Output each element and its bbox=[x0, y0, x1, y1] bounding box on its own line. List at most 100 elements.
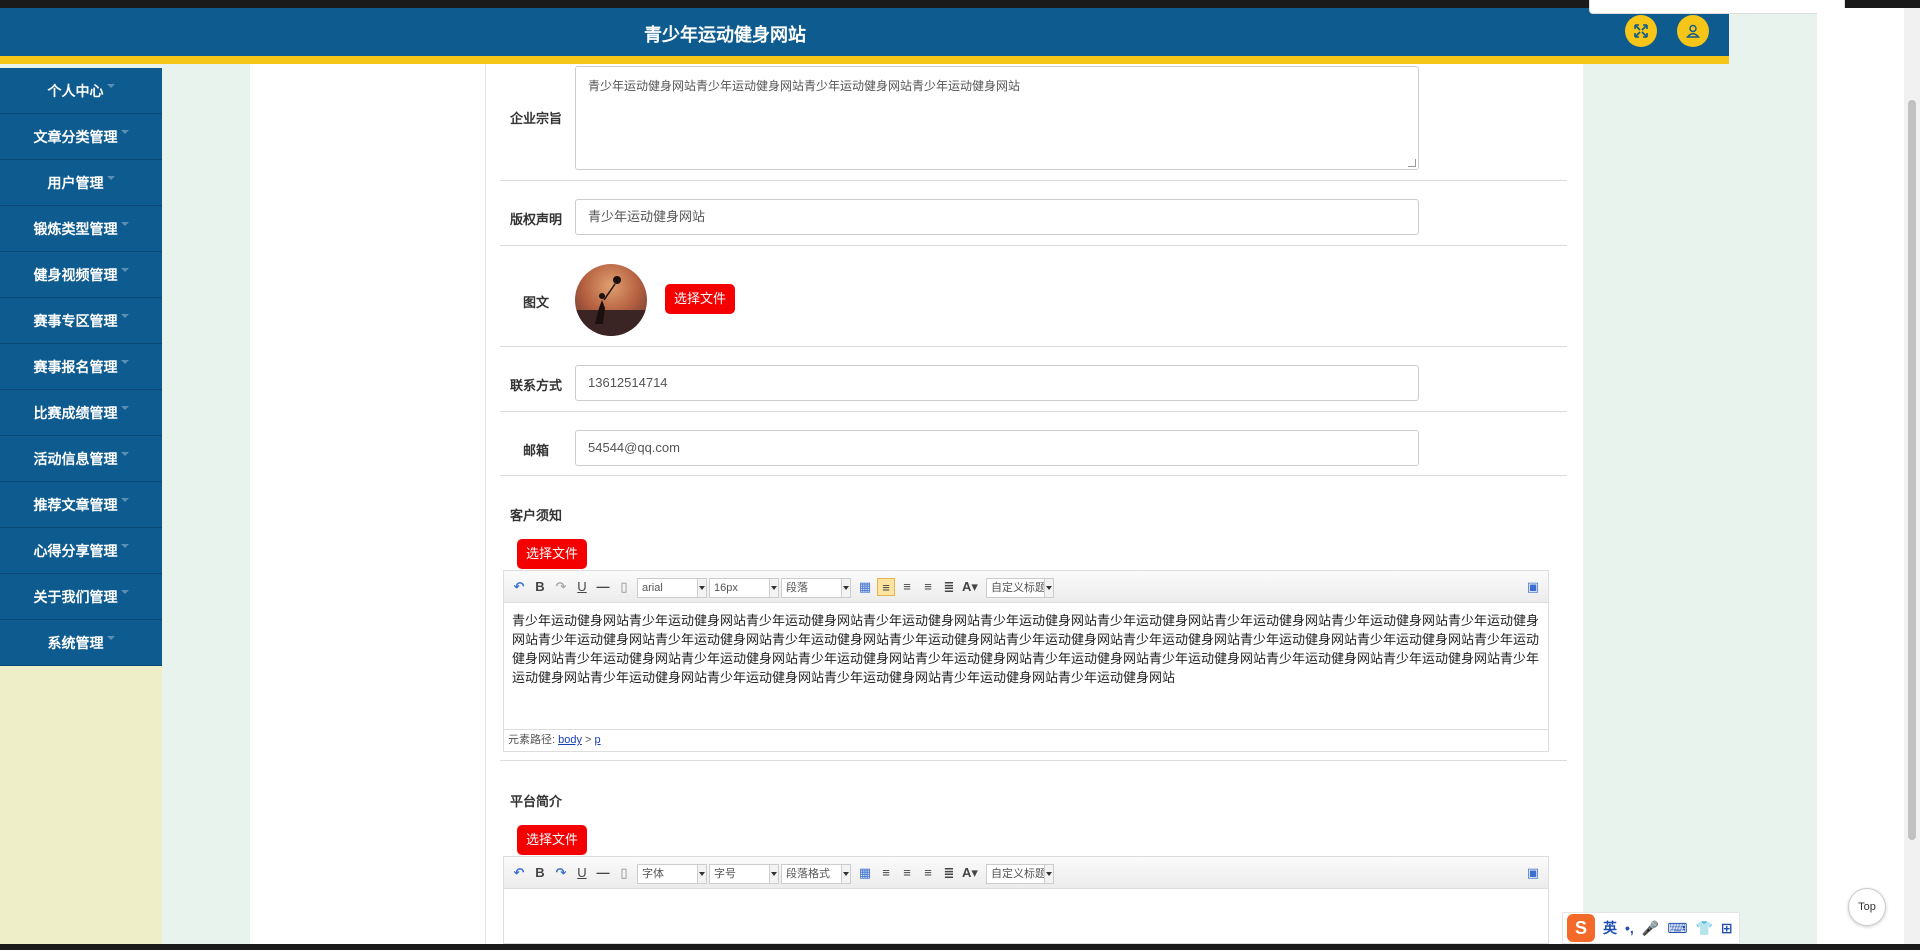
dropdown-arrow-icon bbox=[769, 865, 778, 883]
caret-down-icon bbox=[120, 405, 129, 410]
underline-icon[interactable]: U bbox=[573, 578, 591, 596]
caret-down-icon bbox=[120, 589, 129, 594]
user-button[interactable] bbox=[1677, 15, 1709, 47]
editor-element-path: 元素路径: body > p bbox=[504, 729, 1548, 751]
undo-icon[interactable]: ↶ bbox=[510, 578, 528, 596]
dropdown-arrow-icon bbox=[769, 579, 778, 597]
notice-label: 客户须知 bbox=[510, 508, 563, 523]
align-center-icon[interactable]: ≡ bbox=[898, 864, 916, 882]
align-justify-icon[interactable]: ≣ bbox=[940, 578, 958, 596]
horizontal-rule-icon[interactable]: — bbox=[594, 864, 612, 882]
mission-textarea[interactable]: 青少年运动健身网站青少年运动健身网站青少年运动健身网站青少年运动健身网站 bbox=[575, 66, 1419, 170]
sidebar-item-personal-center[interactable]: 个人中心 bbox=[0, 68, 162, 114]
fullscreen-button[interactable] bbox=[1625, 15, 1657, 47]
form-panel bbox=[485, 64, 1583, 944]
scrollbar-thumb[interactable] bbox=[1908, 100, 1916, 840]
page-icon[interactable]: ▯ bbox=[615, 864, 633, 882]
table-icon[interactable]: ▦ bbox=[856, 578, 874, 596]
skin-icon[interactable]: 👕 bbox=[1695, 920, 1712, 937]
caret-down-icon bbox=[120, 129, 129, 134]
intro-rich-editor[interactable]: ↶ B ↷ U — ▯ 字体 字号 段落格式 ▦ ≡ ≡ ≡ ≣ A▾ 自定义标… bbox=[503, 856, 1549, 944]
sidebar-item-match-results[interactable]: 比赛成绩管理 bbox=[0, 390, 162, 436]
expand-icon bbox=[1634, 24, 1648, 38]
email-input[interactable]: 54544@qq.com bbox=[575, 430, 1419, 466]
right-gutter bbox=[1817, 8, 1904, 944]
sidebar-item-activity-info[interactable]: 活动信息管理 bbox=[0, 436, 162, 482]
copyright-input[interactable]: 青少年运动健身网站 bbox=[575, 199, 1419, 235]
horizontal-rule-icon[interactable]: — bbox=[594, 578, 612, 596]
redo-icon[interactable]: ↷ bbox=[552, 578, 570, 596]
sidebar-item-experience-sharing[interactable]: 心得分享管理 bbox=[0, 528, 162, 574]
sidebar-item-recommended-articles[interactable]: 推荐文章管理 bbox=[0, 482, 162, 528]
punctuation-icon[interactable]: •, bbox=[1625, 920, 1634, 936]
image-choose-file-button[interactable]: 选择文件 bbox=[665, 284, 736, 314]
microphone-icon[interactable]: 🎤 bbox=[1642, 920, 1659, 937]
path-body-link[interactable]: body bbox=[558, 734, 582, 746]
editor-toolbar: ↶ B ↷ U — ▯ arial 16px 段落 ▦ ≡ ≡ ≡ ≣ A▾ 自… bbox=[504, 571, 1548, 603]
undo-icon[interactable]: ↶ bbox=[510, 864, 528, 882]
font-family-select[interactable]: arial bbox=[637, 578, 707, 598]
dropdown-arrow-icon bbox=[1044, 579, 1053, 597]
paragraph-format-select[interactable]: 段落 bbox=[781, 578, 851, 598]
font-color-icon[interactable]: A▾ bbox=[961, 578, 979, 596]
align-left-icon[interactable]: ≡ bbox=[877, 864, 895, 882]
align-right-icon[interactable]: ≡ bbox=[919, 578, 937, 596]
resize-grip-icon[interactable] bbox=[1408, 159, 1416, 167]
notice-editor-content[interactable]: 青少年运动健身网站青少年运动健身网站青少年运动健身网站青少年运动健身网站青少年运… bbox=[504, 603, 1548, 729]
row-divider bbox=[500, 346, 1567, 347]
bold-icon[interactable]: B bbox=[531, 864, 549, 882]
sidebar-item-fitness-video[interactable]: 健身视频管理 bbox=[0, 252, 162, 298]
dropdown-arrow-icon bbox=[1044, 865, 1053, 883]
custom-title-select[interactable]: 自定义标题 bbox=[986, 864, 1054, 884]
align-left-icon[interactable]: ≡ bbox=[877, 578, 895, 596]
keyboard-icon[interactable]: ⌨ bbox=[1667, 920, 1687, 937]
align-center-icon[interactable]: ≡ bbox=[898, 578, 916, 596]
notice-rich-editor[interactable]: ↶ B ↷ U — ▯ arial 16px 段落 ▦ ≡ ≡ ≡ ≣ A▾ 自… bbox=[503, 570, 1549, 752]
caret-down-icon bbox=[120, 359, 129, 364]
sidebar-item-system[interactable]: 系统管理 bbox=[0, 620, 162, 666]
intro-editor-content[interactable] bbox=[504, 889, 1548, 905]
row-divider bbox=[500, 475, 1567, 476]
copyright-label: 版权声明 bbox=[510, 212, 563, 227]
font-size-select[interactable]: 字号 bbox=[709, 864, 779, 884]
underline-icon[interactable]: U bbox=[573, 864, 591, 882]
sidebar-item-exercise-type[interactable]: 锻炼类型管理 bbox=[0, 206, 162, 252]
caret-down-icon bbox=[120, 267, 129, 272]
sidebar-item-about-us[interactable]: 关于我们管理 bbox=[0, 574, 162, 620]
caret-down-icon bbox=[106, 175, 115, 180]
caret-down-icon bbox=[106, 83, 115, 88]
bold-icon[interactable]: B bbox=[531, 578, 549, 596]
silhouette-image bbox=[575, 276, 647, 336]
font-family-select[interactable]: 字体 bbox=[637, 864, 707, 884]
apps-icon[interactable]: ⊞ bbox=[1721, 920, 1733, 937]
sidebar-item-event-signup[interactable]: 赛事报名管理 bbox=[0, 344, 162, 390]
site-title: 青少年运动健身网站 bbox=[644, 25, 806, 45]
mission-label: 企业宗旨 bbox=[510, 111, 563, 126]
intro-choose-file-button[interactable]: 选择文件 bbox=[517, 825, 588, 855]
contact-input[interactable]: 13612514714 bbox=[575, 365, 1419, 401]
caret-down-icon bbox=[120, 543, 129, 548]
preview-icon[interactable]: ▣ bbox=[1524, 578, 1542, 596]
align-right-icon[interactable]: ≡ bbox=[919, 864, 937, 882]
font-color-icon[interactable]: A▾ bbox=[961, 864, 979, 882]
intro-label: 平台简介 bbox=[510, 794, 563, 809]
editor-toolbar: ↶ B ↷ U — ▯ 字体 字号 段落格式 ▦ ≡ ≡ ≡ ≣ A▾ 自定义标… bbox=[504, 857, 1548, 889]
sidebar-item-article-category[interactable]: 文章分类管理 bbox=[0, 114, 162, 160]
sidebar-item-event-zone[interactable]: 赛事专区管理 bbox=[0, 298, 162, 344]
font-size-select[interactable]: 16px bbox=[709, 578, 779, 598]
preview-icon[interactable]: ▣ bbox=[1524, 864, 1542, 882]
custom-title-select[interactable]: 自定义标题 bbox=[986, 578, 1054, 598]
back-to-top-button[interactable]: Top bbox=[1848, 888, 1886, 926]
dropdown-arrow-icon bbox=[841, 579, 850, 597]
path-p-link[interactable]: p bbox=[595, 734, 601, 746]
sidebar-item-users[interactable]: 用户管理 bbox=[0, 160, 162, 206]
paragraph-format-select[interactable]: 段落格式 bbox=[781, 864, 851, 884]
page-icon[interactable]: ▯ bbox=[615, 578, 633, 596]
redo-icon[interactable]: ↷ bbox=[552, 864, 570, 882]
align-justify-icon[interactable]: ≣ bbox=[940, 864, 958, 882]
row-divider bbox=[500, 411, 1567, 412]
sogou-logo-icon[interactable]: S bbox=[1567, 914, 1595, 942]
table-icon[interactable]: ▦ bbox=[856, 864, 874, 882]
notice-choose-file-button[interactable]: 选择文件 bbox=[517, 539, 588, 569]
language-toggle[interactable]: 英 bbox=[1603, 918, 1617, 938]
